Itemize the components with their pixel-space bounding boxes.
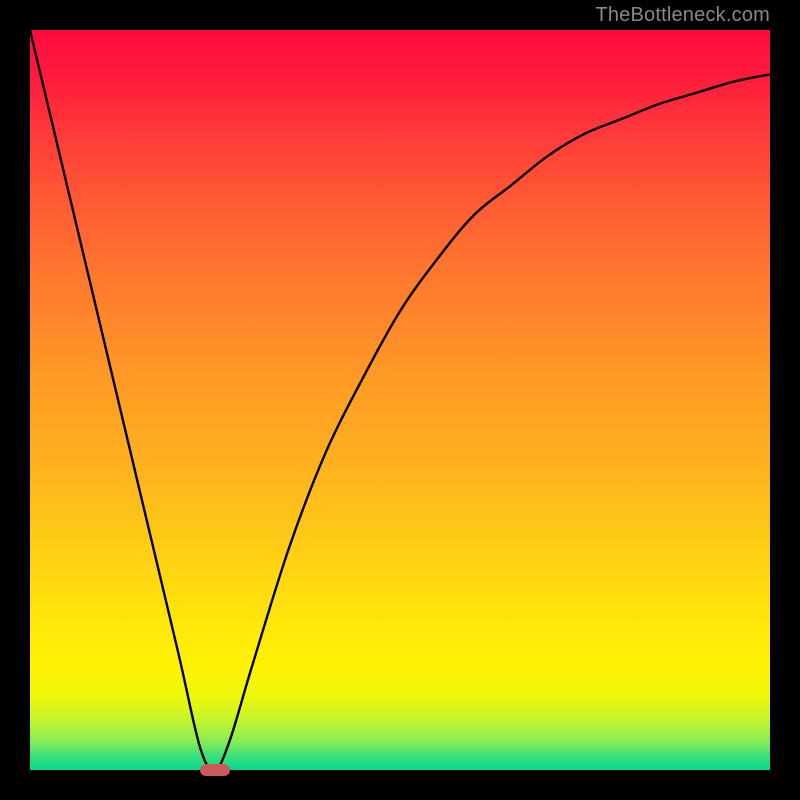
bottleneck-curve	[30, 30, 770, 770]
watermark-text: TheBottleneck.com	[595, 4, 770, 27]
plot-area	[30, 30, 770, 770]
minimum-marker	[200, 764, 230, 776]
curve-svg	[30, 30, 770, 770]
chart-frame: TheBottleneck.com	[0, 0, 800, 800]
